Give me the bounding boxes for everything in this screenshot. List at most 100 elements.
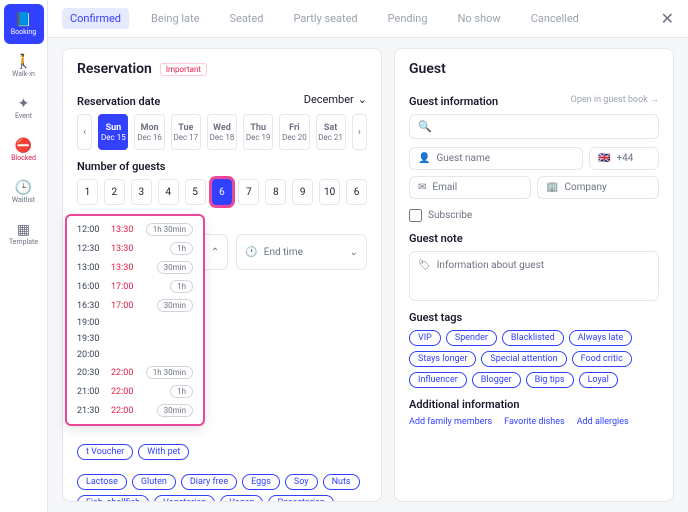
event-icon: ✦	[18, 97, 30, 111]
booking-icon: 📘	[15, 13, 32, 27]
guest-count-1[interactable]: 1	[77, 179, 98, 205]
chip-big-tips[interactable]: Big tips	[526, 372, 574, 388]
tab-being-late[interactable]: Being late	[143, 8, 207, 29]
date-label: Reservation date	[77, 95, 160, 108]
chip-nuts[interactable]: Nuts	[323, 474, 360, 490]
guest-count-3[interactable]: 3	[131, 179, 152, 205]
chip-food-critic[interactable]: Food critic	[572, 351, 632, 367]
chip-with-pet[interactable]: With pet	[138, 444, 189, 460]
sidebar-item-template[interactable]: ▦Template	[4, 214, 44, 254]
tag-icon: 🏷	[418, 260, 431, 292]
guest-tags-label: Guest tags	[409, 311, 659, 324]
subscribe-checkbox[interactable]: Subscribe	[409, 209, 659, 222]
time-slot-row[interactable]: 21:3022:0030min	[67, 401, 203, 420]
chip-loyal[interactable]: Loyal	[579, 372, 618, 388]
sidebar-item-event[interactable]: ✦Event	[4, 88, 44, 128]
chip-lactose[interactable]: Lactose	[77, 474, 127, 490]
day-Dec-19[interactable]: ThuDec 19	[243, 114, 273, 150]
day-Dec-18[interactable]: WedDec 18	[207, 114, 237, 150]
time-slot-row[interactable]: 20:3022:001h 30min	[67, 363, 203, 382]
tab-partly-seated[interactable]: Partly seated	[285, 8, 365, 29]
chip-vegetarian[interactable]: Vegetarian	[154, 495, 215, 502]
tab-confirmed[interactable]: Confirmed	[62, 8, 129, 29]
walk-in-icon: 🚶	[15, 55, 32, 69]
chip-pescetarian[interactable]: Pescetarian	[268, 495, 333, 502]
chip-vegan[interactable]: Vegan	[220, 495, 263, 502]
guest-note-input[interactable]: 🏷Information about guest	[409, 251, 659, 301]
time-slot-row[interactable]: 19:00	[67, 315, 203, 331]
chevron-down-icon: ⌄	[358, 93, 367, 106]
day-Dec-20[interactable]: FriDec 20	[279, 114, 309, 150]
time-slot-row[interactable]: 16:0017:001h	[67, 277, 203, 296]
sidebar-item-booking[interactable]: 📘Booking	[4, 4, 44, 44]
chip-special-attention[interactable]: Special attention	[481, 351, 566, 367]
guest-title: Guest	[409, 61, 659, 77]
time-slot-row[interactable]: 21:0022:001h	[67, 382, 203, 401]
time-slot-row[interactable]: 13:0013:3030min	[67, 258, 203, 277]
link-add-family-members[interactable]: Add family members	[409, 417, 492, 427]
chip-always-late[interactable]: Always late	[569, 330, 633, 346]
guest-count-8[interactable]: 8	[265, 179, 286, 205]
link-favorite-dishes[interactable]: Favorite dishes	[504, 417, 565, 427]
guest-info-label: Guest information	[409, 95, 498, 108]
chip-t-voucher[interactable]: t Voucher	[77, 444, 133, 460]
company-field[interactable]: 🏢Company	[537, 176, 659, 199]
blocked-icon: ⛔	[15, 139, 32, 153]
day-Dec-17[interactable]: TueDec 17	[171, 114, 201, 150]
time-slot-row[interactable]: 19:30	[67, 331, 203, 347]
sidebar-item-blocked[interactable]: ⛔Blocked	[4, 130, 44, 170]
guest-name-field[interactable]: 👤Guest name	[409, 147, 583, 170]
link-add-allergies[interactable]: Add allergies	[577, 417, 629, 427]
chip-blacklisted[interactable]: Blacklisted	[502, 330, 564, 346]
guest-count-10[interactable]: 10	[319, 179, 340, 205]
time-slot-row[interactable]: 16:3017:0030min	[67, 296, 203, 315]
chip-soy[interactable]: Soy	[285, 474, 318, 490]
chip-diary-free[interactable]: Diary free	[181, 474, 237, 490]
chip-stays-longer[interactable]: Stays longer	[409, 351, 476, 367]
chip-fish-shellfish[interactable]: Fish, shellfish	[77, 495, 149, 502]
tab-no-show[interactable]: No show	[450, 8, 509, 29]
guest-count-5[interactable]: 5	[185, 179, 206, 205]
important-badge: Important	[160, 63, 207, 76]
day-Dec-16[interactable]: MonDec 16	[134, 114, 164, 150]
tab-pending[interactable]: Pending	[380, 8, 436, 29]
phone-code-field[interactable]: 🇬🇧+44	[589, 147, 659, 170]
additional-info-label: Additional information	[409, 398, 659, 411]
guest-search-input[interactable]	[438, 121, 650, 132]
sidebar-item-walk-in[interactable]: 🚶Walk-in	[4, 46, 44, 86]
chip-gluten[interactable]: Gluten	[132, 474, 176, 490]
guest-count-4[interactable]: 4	[158, 179, 179, 205]
chip-influencer[interactable]: Influencer	[409, 372, 467, 388]
chevron-down-icon: ⌄	[350, 247, 358, 258]
chip-spender[interactable]: Spender	[446, 330, 497, 346]
guests-label: Number of guests	[77, 160, 367, 173]
tab-cancelled[interactable]: Cancelled	[523, 8, 587, 29]
chip-vip[interactable]: VIP	[409, 330, 441, 346]
time-slot-row[interactable]: 20:00	[67, 347, 203, 363]
guest-count-6[interactable]: 6	[346, 179, 367, 205]
time-slot-row[interactable]: 12:0013:301h 30min	[67, 220, 203, 239]
flag-icon: 🇬🇧	[598, 153, 610, 164]
guest-count-7[interactable]: 7	[238, 179, 259, 205]
month-selector[interactable]: December⌄	[304, 93, 367, 106]
end-time-picker[interactable]: 🕐 End time ⌄	[236, 234, 367, 270]
email-field[interactable]: ✉Email	[409, 176, 531, 199]
day-Dec-15[interactable]: SunDec 15	[98, 114, 128, 150]
guest-search[interactable]: 🔍	[409, 114, 659, 139]
guest-count-9[interactable]: 9	[292, 179, 313, 205]
chip-blogger[interactable]: Blogger	[472, 372, 521, 388]
day-Dec-21[interactable]: SatDec 21	[316, 114, 346, 150]
time-slot-dropdown[interactable]: 12:0013:301h 30min12:3013:301h13:0013:30…	[65, 214, 205, 426]
chevron-up-icon: ⌃	[211, 247, 219, 258]
guest-count-6[interactable]: 6	[212, 179, 233, 205]
next-week-button[interactable]: ›	[352, 114, 367, 150]
guest-count-2[interactable]: 2	[104, 179, 125, 205]
tab-seated[interactable]: Seated	[221, 8, 271, 29]
chip-eggs[interactable]: Eggs	[242, 474, 280, 490]
close-button[interactable]: ✕	[661, 9, 674, 28]
prev-week-button[interactable]: ‹	[77, 114, 92, 150]
time-slot-row[interactable]: 12:3013:301h	[67, 239, 203, 258]
open-guest-book-link[interactable]: Open in guest book →	[571, 94, 659, 105]
sidebar-item-waitlist[interactable]: 🕒Waitlist	[4, 172, 44, 212]
search-icon: 🔍	[418, 120, 432, 133]
